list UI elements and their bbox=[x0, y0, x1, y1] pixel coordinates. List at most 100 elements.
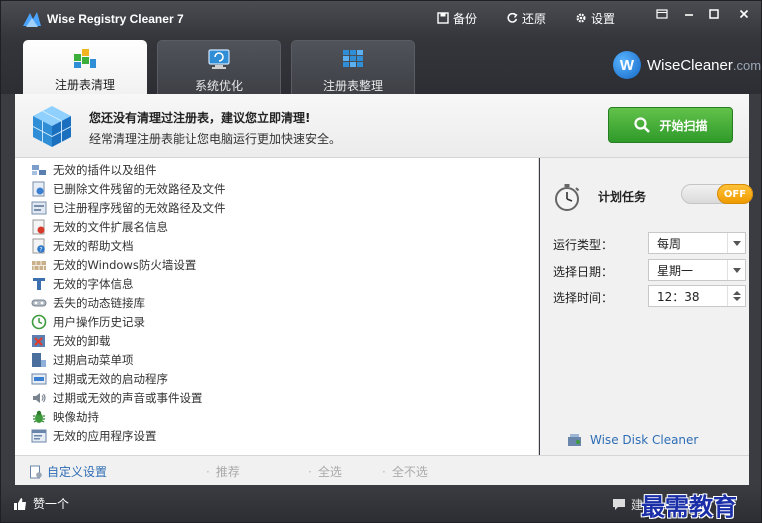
day-label: 选择日期： bbox=[553, 265, 614, 279]
disk-cleaner-icon bbox=[568, 434, 581, 446]
banner-subtext: 经常清理注册表能让您电脑运行更加快速安全。 bbox=[89, 132, 342, 146]
close-button[interactable] bbox=[729, 5, 759, 23]
start-menu-icon bbox=[32, 353, 46, 367]
gear-icon bbox=[576, 13, 586, 23]
list-item-label: 过期或无效的启动程序 bbox=[53, 372, 168, 386]
tab-registry-defrag-label: 注册表整理 bbox=[322, 79, 383, 93]
settings-button[interactable]: 设置 bbox=[575, 9, 615, 27]
sound-icon bbox=[33, 393, 46, 403]
backup-label: 备份 bbox=[453, 11, 478, 26]
list-item-label: 无效的应用程序设置 bbox=[53, 429, 157, 443]
like-label: 赞一个 bbox=[33, 497, 70, 511]
list-item-label: 过期启动菜单项 bbox=[53, 353, 134, 367]
status-bar: 赞一个 建 最需教育 bbox=[1, 485, 761, 522]
list-item[interactable]: 用户操作历史记录 bbox=[31, 313, 145, 331]
font-icon bbox=[33, 278, 45, 290]
spinner-arrows-icon[interactable] bbox=[727, 286, 745, 306]
list-item-label: 已注册程序残留的无效路径及文件 bbox=[53, 201, 226, 215]
list-item-label: 无效的卸载 bbox=[53, 334, 111, 348]
list-item[interactable]: 已删除文件残留的无效路径及文件 bbox=[31, 180, 226, 198]
list-item[interactable]: 过期启动菜单项 bbox=[31, 351, 134, 369]
title-bar: Wise Registry Cleaner 7 备份 还原 设置 注册表清理 系… bbox=[1, 1, 761, 94]
wise-disk-cleaner-link[interactable]: Wise Disk Cleaner bbox=[567, 432, 698, 448]
startup-program-icon bbox=[31, 373, 47, 385]
select-all-link[interactable]: 全选 bbox=[308, 463, 342, 480]
run-type-select[interactable]: 每周 bbox=[648, 232, 746, 254]
list-item-label: 已删除文件残留的无效路径及文件 bbox=[53, 182, 226, 196]
restore-icon bbox=[507, 12, 518, 23]
custom-settings-link[interactable]: 自定义设置 bbox=[29, 463, 107, 480]
time-value: 12：38 bbox=[657, 289, 700, 304]
app-title: Wise Registry Cleaner 7 bbox=[47, 12, 184, 26]
wisecleaner-logo-icon: W bbox=[613, 51, 641, 79]
app-logo-icon bbox=[23, 12, 41, 27]
registry-cube-icon bbox=[32, 106, 72, 147]
scan-item-list: 无效的插件以及组件 已删除文件残留的无效路径及文件 已注册程序残留的无效路径及文… bbox=[15, 158, 539, 455]
app-window: Wise Registry Cleaner 7 备份 还原 设置 注册表清理 系… bbox=[0, 0, 762, 523]
svg-text:?: ? bbox=[39, 247, 42, 254]
thumbs-up-icon bbox=[14, 497, 26, 510]
brand-name: WiseCleaner bbox=[647, 56, 733, 74]
list-item-label: 映像劫持 bbox=[53, 410, 99, 424]
app-settings-icon bbox=[31, 429, 47, 443]
scan-banner: 您还没有清理过注册表，建议您立即清理! 经常清理注册表能让您电脑运行更加快速安全… bbox=[15, 94, 749, 158]
file-extension-icon bbox=[32, 219, 45, 235]
list-item[interactable]: 无效的插件以及组件 bbox=[31, 161, 157, 179]
list-item-label: 丢失的动态链接库 bbox=[53, 296, 145, 310]
action-bar: 自定义设置 推荐 全选 全不选 bbox=[15, 455, 749, 485]
restore-button[interactable]: 还原 bbox=[506, 9, 546, 27]
speech-bubble-icon[interactable] bbox=[612, 497, 626, 511]
close-icon bbox=[739, 9, 749, 19]
backup-button[interactable]: 备份 bbox=[437, 9, 477, 27]
list-item[interactable]: 已注册程序残留的无效路径及文件 bbox=[31, 199, 226, 217]
list-item[interactable]: 无效的应用程序设置 bbox=[31, 427, 157, 445]
tab-system-optimize[interactable]: 系统优化 bbox=[157, 40, 281, 94]
schedule-toggle[interactable]: OFF bbox=[681, 184, 753, 204]
dll-icon bbox=[31, 299, 47, 307]
skin-icon bbox=[656, 9, 668, 19]
watermark-text: 最需教育 bbox=[641, 492, 737, 521]
like-button[interactable]: 赞一个 bbox=[13, 495, 69, 512]
maximize-icon bbox=[709, 9, 719, 19]
list-item-label: 用户操作历史记录 bbox=[53, 315, 145, 329]
custom-settings-label: 自定义设置 bbox=[47, 465, 108, 479]
wisecleaner-brand[interactable]: W WiseCleaner.com bbox=[613, 51, 761, 79]
chevron-down-icon bbox=[727, 260, 745, 280]
list-item[interactable]: ? 无效的帮助文档 bbox=[31, 237, 134, 255]
day-value: 星期一 bbox=[657, 263, 694, 278]
list-item-label: 无效的插件以及组件 bbox=[53, 163, 157, 177]
defrag-blocks-icon bbox=[343, 50, 363, 67]
day-select[interactable]: 星期一 bbox=[648, 259, 746, 281]
list-item[interactable]: 无效的Windows防火墙设置 bbox=[31, 256, 196, 274]
tab-registry-defrag[interactable]: 注册表整理 bbox=[291, 40, 415, 94]
toggle-knob: OFF bbox=[717, 184, 753, 204]
list-item[interactable]: 过期或无效的启动程序 bbox=[31, 370, 168, 388]
list-item-label: 无效的Windows防火墙设置 bbox=[53, 258, 197, 272]
schedule-label: 计划任务 bbox=[598, 190, 647, 204]
time-spinner[interactable]: 12：38 bbox=[648, 285, 746, 307]
maximize-button[interactable] bbox=[701, 5, 727, 23]
bug-icon bbox=[33, 410, 45, 423]
minimize-icon bbox=[685, 14, 693, 16]
select-none-link[interactable]: 全不选 bbox=[382, 463, 428, 480]
list-item[interactable]: 映像劫持 bbox=[31, 408, 99, 426]
recommend-link[interactable]: 推荐 bbox=[206, 463, 240, 480]
start-scan-button[interactable]: 开始扫描 bbox=[608, 107, 733, 143]
plugin-icon bbox=[32, 165, 46, 175]
minimize-button[interactable] bbox=[676, 5, 702, 23]
document-settings-icon bbox=[30, 465, 42, 478]
banner-headline: 您还没有清理过注册表，建议您立即清理! bbox=[89, 111, 311, 125]
skin-button[interactable] bbox=[649, 5, 675, 23]
list-item[interactable]: 无效的卸载 bbox=[31, 332, 111, 350]
history-icon bbox=[31, 314, 47, 330]
list-item[interactable]: 无效的文件扩展名信息 bbox=[31, 218, 168, 236]
uninstall-icon bbox=[32, 335, 45, 347]
tab-registry-clean[interactable]: 注册表清理 bbox=[23, 40, 147, 94]
floppy-icon bbox=[437, 12, 449, 24]
deleted-file-icon bbox=[32, 181, 45, 197]
list-item[interactable]: 丢失的动态链接库 bbox=[31, 294, 145, 312]
list-item[interactable]: 过期或无效的声音或事件设置 bbox=[31, 389, 203, 407]
list-item-label: 无效的字体信息 bbox=[53, 277, 134, 291]
list-item[interactable]: 无效的字体信息 bbox=[31, 275, 134, 293]
run-type-label: 运行类型： bbox=[553, 238, 614, 252]
